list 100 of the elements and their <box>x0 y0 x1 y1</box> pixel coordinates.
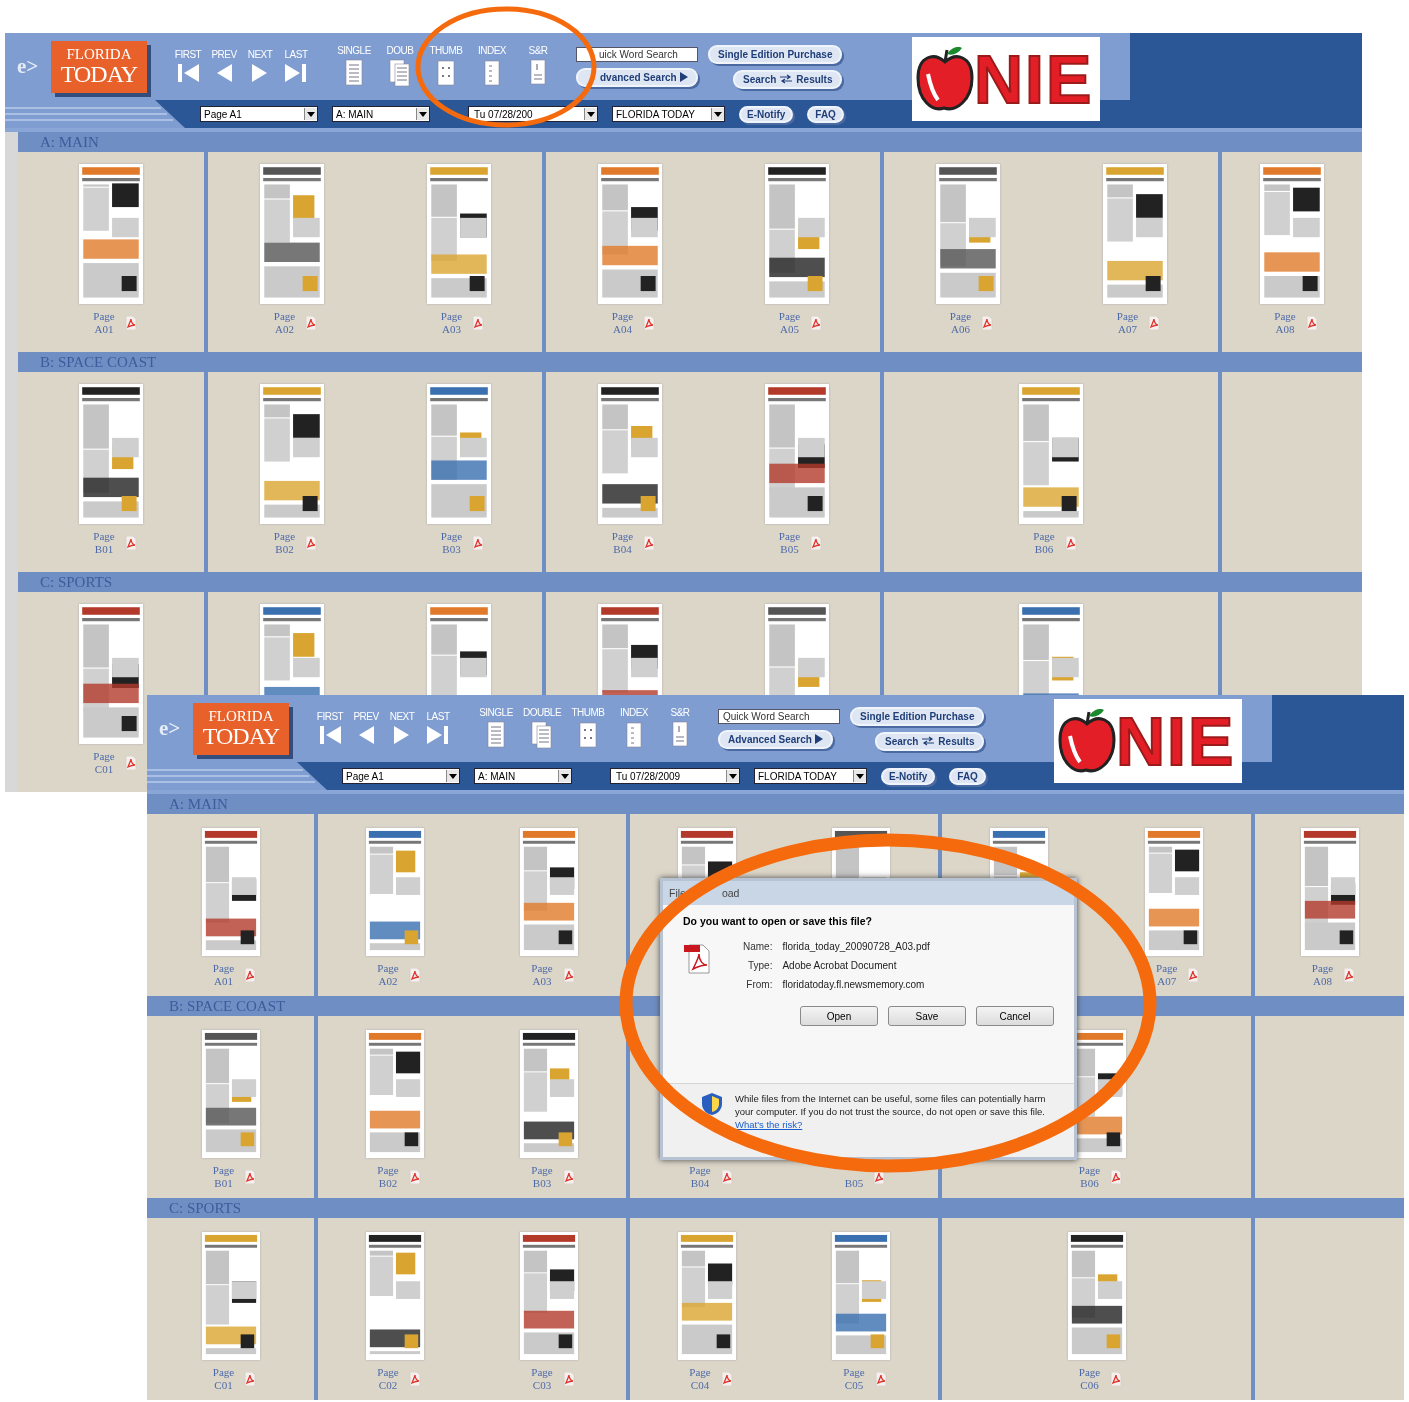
page-label[interactable]: Page B03 <box>440 530 463 556</box>
page-label[interactable]: Page A05 <box>778 310 801 336</box>
page-label[interactable]: Page A01 <box>212 962 235 988</box>
pdf-icon[interactable] <box>562 968 575 982</box>
search-field[interactable]: uick Word Search <box>576 46 698 62</box>
pdf-icon[interactable] <box>562 1170 575 1184</box>
pdf-icon[interactable] <box>408 968 421 982</box>
index-view-button[interactable]: INDEX <box>471 45 513 88</box>
page-label[interactable]: Page C05 <box>843 1366 865 1392</box>
pdf-icon[interactable] <box>124 536 137 550</box>
pdf-icon[interactable] <box>472 316 485 330</box>
pdf-icon[interactable] <box>1305 316 1318 330</box>
single-edition-purchase-button[interactable]: Single Edition Purchase <box>850 706 985 726</box>
edition-select[interactable]: FLORIDA TODAY <box>754 768 867 784</box>
save-button[interactable]: Save <box>888 1006 966 1026</box>
section-select[interactable]: A: MAIN <box>332 106 430 122</box>
thumbnail-view-button[interactable]: THUMB <box>567 707 609 750</box>
pdf-icon[interactable] <box>720 1170 733 1184</box>
first-page-button[interactable]: FIRST <box>312 711 348 746</box>
page-select[interactable]: Page A1 <box>342 768 460 784</box>
pdf-icon[interactable] <box>408 1372 421 1386</box>
cancel-button[interactable]: Cancel <box>976 1006 1054 1026</box>
single-edition-purchase-button[interactable]: Single Edition Purchase <box>708 44 843 64</box>
next-page-button[interactable]: NEXT <box>242 49 278 84</box>
page-label[interactable]: Page A06 <box>949 310 972 336</box>
next-page-button[interactable]: NEXT <box>384 711 420 746</box>
page-label[interactable]: Page B03 <box>531 1164 553 1190</box>
previous-page-button[interactable]: PREV <box>206 49 242 84</box>
page-label[interactable]: Page A08 <box>1311 962 1334 988</box>
page-label[interactable]: Page A07 <box>1116 310 1139 336</box>
search-results-view-button[interactable]: S&R <box>517 45 559 88</box>
edition-select[interactable]: FLORIDA TODAY <box>612 106 725 122</box>
pdf-icon[interactable] <box>1343 968 1356 982</box>
pdf-icon[interactable] <box>408 1170 421 1184</box>
page-label[interactable]: Page C01 <box>93 750 115 776</box>
pdf-icon[interactable] <box>472 536 485 550</box>
search-field[interactable]: Quick Word Search <box>718 708 840 724</box>
index-view-button[interactable]: INDEX <box>613 707 655 750</box>
e-notify-button[interactable]: E-Notify <box>881 767 936 785</box>
pdf-icon[interactable] <box>305 536 318 550</box>
risk-link[interactable]: What's the risk? <box>735 1119 803 1130</box>
double-view-button[interactable]: DOUB <box>379 45 421 88</box>
page-label[interactable]: Page B01 <box>212 1164 235 1190</box>
page-label[interactable]: Page A03 <box>531 962 553 988</box>
previous-page-button[interactable]: PREV <box>348 711 384 746</box>
thumbnail-view-button[interactable]: THUMB <box>425 45 467 88</box>
page-label[interactable]: Page B02 <box>377 1164 399 1190</box>
pdf-icon[interactable] <box>244 1372 257 1386</box>
pdf-icon[interactable] <box>643 316 656 330</box>
faq-button[interactable]: FAQ <box>949 767 986 785</box>
page-label[interactable]: Page A01 <box>93 310 115 336</box>
page-label[interactable]: Page A08 <box>1274 310 1296 336</box>
page-label[interactable]: Page C06 <box>1078 1366 1101 1392</box>
pdf-icon[interactable] <box>810 536 823 550</box>
page-label[interactable]: Page A03 <box>440 310 463 336</box>
pdf-icon[interactable] <box>1110 1372 1123 1386</box>
e-notify-button[interactable]: E-Notify <box>739 105 794 123</box>
open-button[interactable]: Open <box>800 1006 878 1026</box>
page-label[interactable]: B05 <box>844 1164 864 1190</box>
page-label[interactable]: Page B05 <box>778 530 801 556</box>
pdf-icon[interactable] <box>124 756 137 770</box>
single-view-button[interactable]: SINGLE <box>333 45 375 88</box>
pdf-icon[interactable] <box>873 1170 886 1184</box>
page-label[interactable]: Page C03 <box>531 1366 553 1392</box>
page-label[interactable]: Page B04 <box>689 1164 711 1190</box>
search-results-view-button[interactable]: S&R <box>659 707 701 750</box>
page-label[interactable]: Page A02 <box>273 310 296 336</box>
pdf-icon[interactable] <box>981 316 994 330</box>
pdf-icon[interactable] <box>1064 536 1077 550</box>
page-label[interactable]: Page B06 <box>1033 530 1055 556</box>
pdf-icon[interactable] <box>720 1372 733 1386</box>
pdf-icon[interactable] <box>1187 968 1200 982</box>
page-label[interactable]: Page C01 <box>212 1366 235 1392</box>
pdf-icon[interactable] <box>1110 1170 1123 1184</box>
page-label[interactable]: Page B04 <box>611 530 634 556</box>
advanced-search-button[interactable]: Advanced Search <box>718 729 833 749</box>
pdf-icon[interactable] <box>874 1372 887 1386</box>
section-select[interactable]: A: MAIN <box>474 768 572 784</box>
last-page-button[interactable]: LAST <box>420 711 456 746</box>
page-label[interactable]: Page C02 <box>377 1366 399 1392</box>
page-label[interactable]: Page A04 <box>611 310 634 336</box>
pdf-icon[interactable] <box>643 536 656 550</box>
faq-button[interactable]: FAQ <box>807 105 844 123</box>
first-page-button[interactable]: FIRST <box>170 49 206 84</box>
search-results-button[interactable]: Search Results <box>733 69 843 89</box>
pdf-icon[interactable] <box>1148 316 1161 330</box>
page-label[interactable]: Page A07 <box>1156 962 1178 988</box>
page-select[interactable]: Page A1 <box>200 106 318 122</box>
date-select[interactable]: Tu 07/28/2009 <box>610 768 740 784</box>
search-results-button[interactable]: Search Results <box>875 731 985 751</box>
page-label[interactable]: Page B06 <box>1078 1164 1101 1190</box>
double-view-button[interactable]: DOUBLE <box>521 707 563 750</box>
pdf-icon[interactable] <box>244 968 257 982</box>
pdf-icon[interactable] <box>305 316 318 330</box>
page-label[interactable]: Page B02 <box>273 530 296 556</box>
single-view-button[interactable]: SINGLE <box>475 707 517 750</box>
last-page-button[interactable]: LAST <box>278 49 314 84</box>
pdf-icon[interactable] <box>562 1372 575 1386</box>
pdf-icon[interactable] <box>124 316 137 330</box>
advanced-search-button[interactable]: dvanced Search <box>576 67 698 87</box>
